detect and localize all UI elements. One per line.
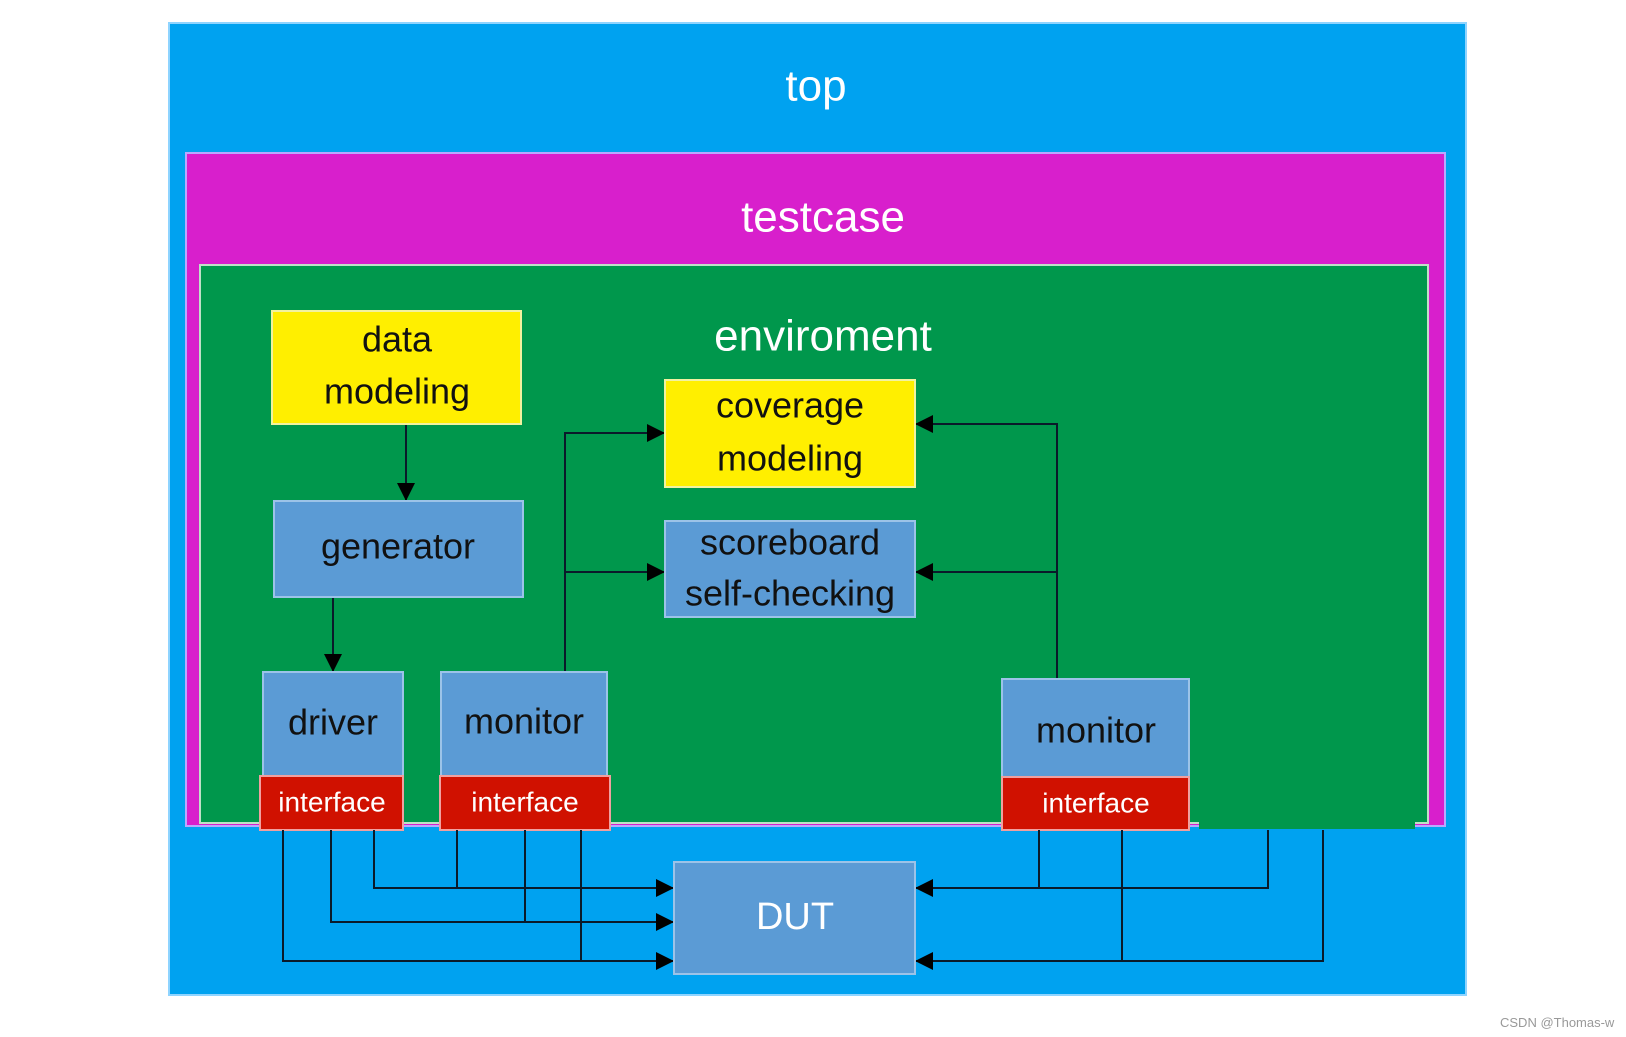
scoreboard-line2: self-checking: [685, 573, 895, 614]
monitor-left-block: monitor interface: [439, 671, 611, 831]
monitor-left-interface-label: interface: [471, 786, 578, 817]
dut-block: DUT: [673, 861, 916, 975]
environment-title: enviroment: [714, 312, 932, 361]
testcase-title: testcase: [741, 193, 905, 242]
data-modeling-line1: data: [362, 319, 433, 360]
coverage-modeling-block: coverage modeling: [664, 379, 916, 488]
data-modeling-line2: modeling: [324, 371, 470, 412]
environment-extension: [1199, 815, 1415, 829]
driver-label: driver: [288, 702, 378, 743]
generator-block: generator: [273, 500, 524, 598]
watermark: CSDN @Thomas-w: [1500, 1015, 1615, 1030]
coverage-line2: modeling: [717, 438, 863, 479]
driver-interface-label: interface: [278, 786, 385, 817]
scoreboard-line1: scoreboard: [700, 522, 880, 563]
monitor-right-block: monitor interface: [1001, 678, 1190, 831]
generator-label: generator: [321, 526, 475, 567]
driver-block: driver interface: [259, 671, 404, 831]
scoreboard-block: scoreboard self-checking: [664, 520, 916, 618]
top-title: top: [785, 62, 846, 111]
testbench-diagram: top testcase enviroment data modeling ge…: [168, 22, 1615, 1030]
dut-label: DUT: [756, 896, 834, 938]
monitor-right-label: monitor: [1036, 710, 1156, 751]
coverage-line1: coverage: [716, 385, 864, 426]
monitor-right-interface-label: interface: [1042, 787, 1149, 818]
monitor-left-label: monitor: [464, 701, 584, 742]
data-modeling-block: data modeling: [271, 310, 522, 425]
